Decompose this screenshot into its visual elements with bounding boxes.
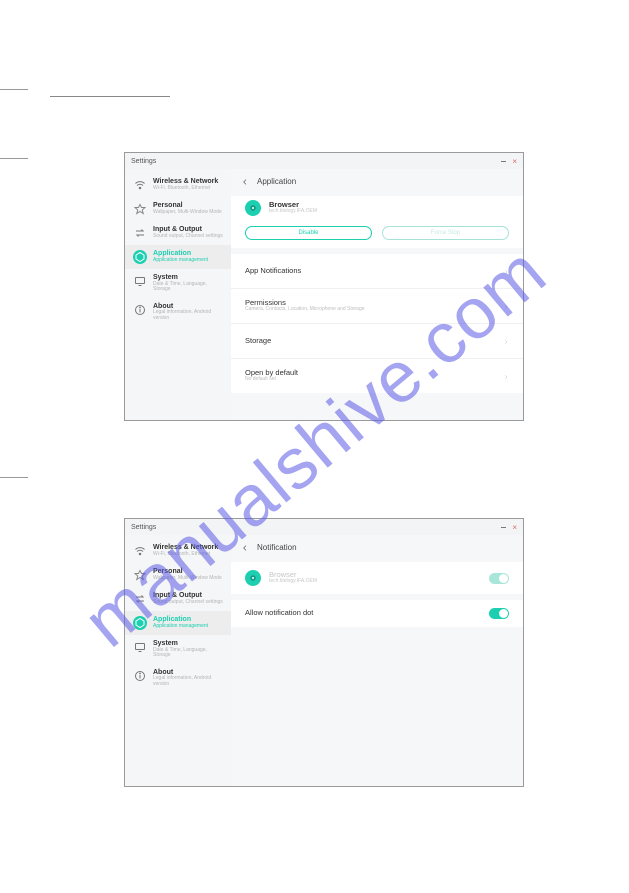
row-permissions[interactable]: Permissions Camera, Contacts, Location, … xyxy=(231,289,523,324)
wifi-icon xyxy=(133,178,147,192)
sidebar-item-input-output[interactable]: Input & Output Sound output, Channel set… xyxy=(125,221,231,245)
sidebar-item-personal[interactable]: Personal Wallpaper, Multi-Window Mode xyxy=(125,197,231,221)
info-icon xyxy=(133,669,147,683)
row-allow-notification-dot[interactable]: Allow notification dot xyxy=(231,600,523,627)
sidebar-item-sub: Wallpaper, Multi-Window Mode xyxy=(153,576,222,582)
minimize-icon[interactable] xyxy=(501,527,506,528)
swap-icon xyxy=(133,226,147,240)
settings-window-application: Settings × Wireless & Network Wi-Fi, Blu… xyxy=(124,152,524,421)
sidebar-item-wireless[interactable]: Wireless & Network Wi-Fi, Bluetooth, Eth… xyxy=(125,173,231,197)
sidebar-item-input-output[interactable]: Input & Output Sound output, Channel set… xyxy=(125,587,231,611)
sidebar-item-wireless[interactable]: Wireless & Network Wi-Fi, Bluetooth, Eth… xyxy=(125,539,231,563)
sidebar-item-about[interactable]: About Legal information, Android version xyxy=(125,664,231,693)
row-title: Storage xyxy=(245,337,271,346)
star-icon xyxy=(133,568,147,582)
sidebar: Wireless & Network Wi-Fi, Bluetooth, Eth… xyxy=(125,535,231,786)
sidebar-item-sub: Sound output, Channel settings xyxy=(153,600,223,606)
sidebar-item-about[interactable]: About Legal information, Android version xyxy=(125,298,231,327)
sidebar-item-sub: Wi-Fi, Bluetooth, Ethernet xyxy=(153,186,218,192)
sidebar-item-sub: Date & Time, Language, Storage xyxy=(153,648,225,659)
star-icon xyxy=(133,202,147,216)
sidebar-item-application[interactable]: Application Application management xyxy=(125,611,231,635)
back-button[interactable] xyxy=(241,544,249,552)
app-toggle-row[interactable]: Browser tech.titelogy.IFA.OEM xyxy=(231,562,523,594)
sidebar: Wireless & Network Wi-Fi, Bluetooth, Eth… xyxy=(125,169,231,420)
content-title: Application xyxy=(257,177,296,186)
window-title: Settings xyxy=(131,158,156,165)
close-icon[interactable]: × xyxy=(512,157,517,166)
app-icon xyxy=(245,200,261,216)
titlebar: Settings × xyxy=(125,519,523,535)
content-pane-notification: Notification Browser tech.titelogy.IFA.O… xyxy=(231,535,523,786)
row-storage[interactable]: Storage xyxy=(231,324,523,359)
window-title: Settings xyxy=(131,524,156,531)
swap-icon xyxy=(133,592,147,606)
content-title: Notification xyxy=(257,543,297,552)
back-button[interactable] xyxy=(241,178,249,186)
monitor-icon xyxy=(133,640,147,654)
sidebar-item-sub: Application management xyxy=(153,258,208,264)
row-app-notifications[interactable]: App Notifications xyxy=(231,254,523,289)
sidebar-item-sub: Legal information, Android version xyxy=(153,310,225,321)
sidebar-item-sub: Wallpaper, Multi-Window Mode xyxy=(153,210,222,216)
sidebar-item-system[interactable]: System Date & Time, Language, Storage xyxy=(125,635,231,664)
row-sub: Camera, Contacts, Location, Microphone a… xyxy=(245,307,365,313)
chevron-right-icon xyxy=(503,297,509,315)
row-title: App Notifications xyxy=(245,267,301,276)
info-icon xyxy=(133,303,147,317)
sidebar-item-sub: Sound output, Channel settings xyxy=(153,234,223,240)
monitor-icon xyxy=(133,274,147,288)
close-icon[interactable]: × xyxy=(512,523,517,532)
app-icon xyxy=(245,570,261,586)
titlebar: Settings × xyxy=(125,153,523,169)
force-stop-button[interactable]: Force Stop xyxy=(382,226,509,240)
chevron-right-icon xyxy=(503,262,509,280)
allow-dot-toggle[interactable] xyxy=(489,608,509,619)
app-meta: tech.titelogy.IFA.OEM xyxy=(269,209,317,215)
master-notification-toggle[interactable] xyxy=(489,573,509,584)
sidebar-item-personal[interactable]: Personal Wallpaper, Multi-Window Mode xyxy=(125,563,231,587)
sidebar-item-sub: Application management xyxy=(153,624,208,630)
disable-button[interactable]: Disable xyxy=(245,226,372,240)
row-sub: No default set xyxy=(245,377,298,383)
chevron-right-icon xyxy=(503,332,509,350)
row-open-by-default[interactable]: Open by default No default set xyxy=(231,359,523,393)
sidebar-item-sub: Date & Time, Language, Storage xyxy=(153,282,225,293)
sidebar-item-sub: Legal information, Android version xyxy=(153,676,225,687)
chevron-right-icon xyxy=(503,367,509,385)
sidebar-item-application[interactable]: Application Application management xyxy=(125,245,231,269)
app-header-row: Browser tech.titelogy.IFA.OEM xyxy=(231,196,523,222)
settings-window-notification: Settings × Wireless & Network Wi-Fi, Blu… xyxy=(124,518,524,787)
hexagon-icon xyxy=(133,250,147,264)
app-meta: tech.titelogy.IFA.OEM xyxy=(269,579,317,585)
sidebar-item-system[interactable]: System Date & Time, Language, Storage xyxy=(125,269,231,298)
content-header: Notification xyxy=(231,535,523,562)
row-title: Allow notification dot xyxy=(245,609,313,618)
minimize-icon[interactable] xyxy=(501,161,506,162)
content-header: Application xyxy=(231,169,523,196)
hexagon-icon xyxy=(133,616,147,630)
sidebar-item-sub: Wi-Fi, Bluetooth, Ethernet xyxy=(153,552,218,558)
content-pane-application: Application Browser tech.titelogy.IFA.OE… xyxy=(231,169,523,420)
wifi-icon xyxy=(133,544,147,558)
